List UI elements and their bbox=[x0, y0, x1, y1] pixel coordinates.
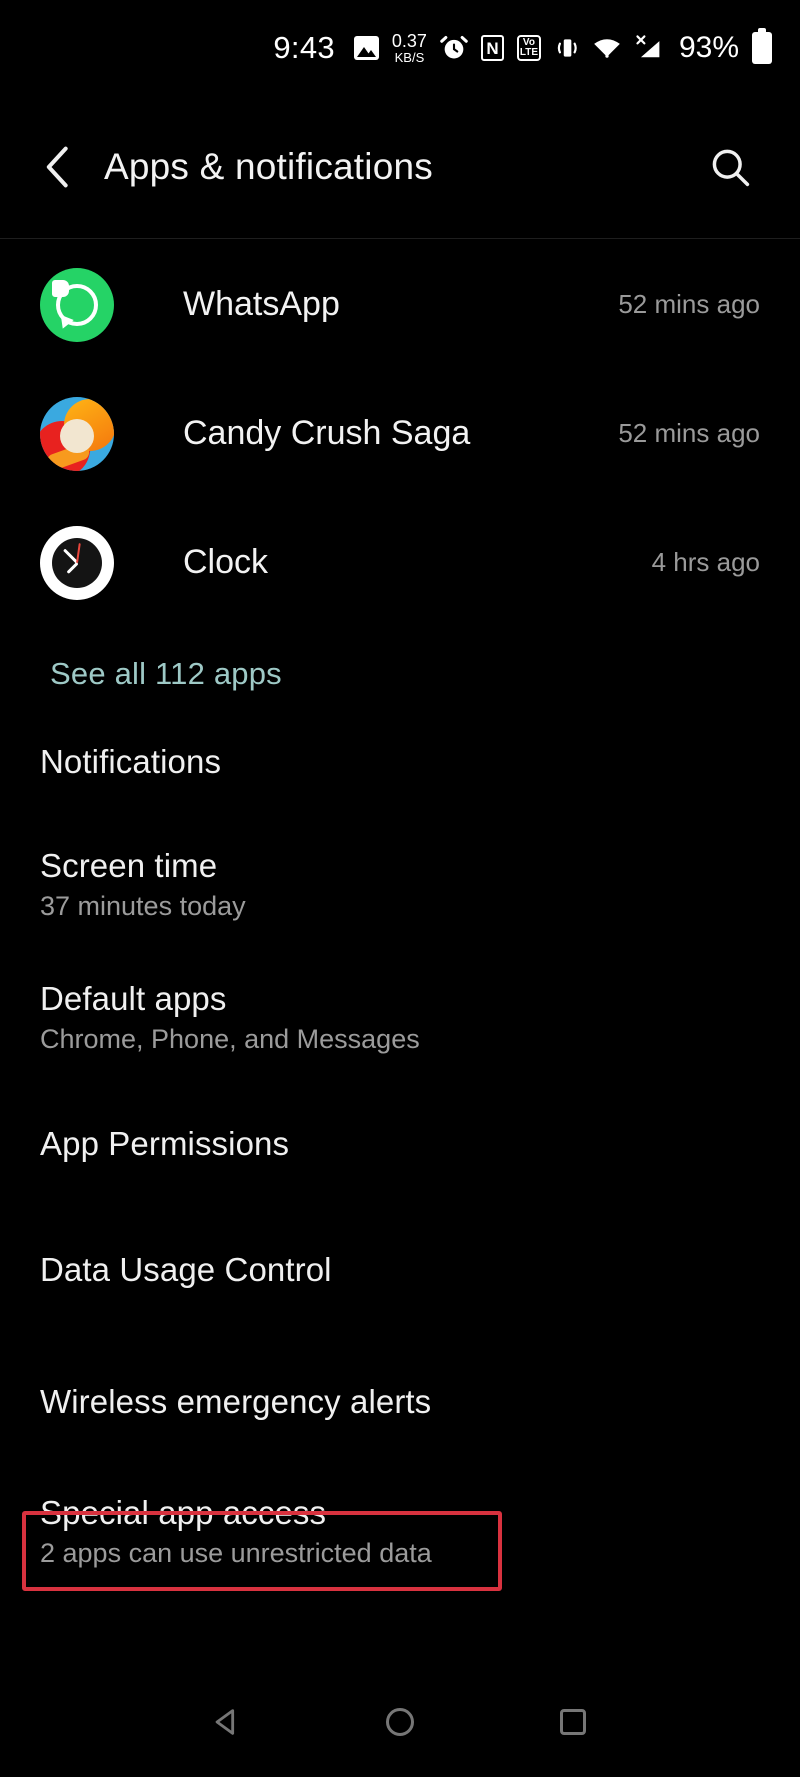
header-divider bbox=[0, 238, 800, 239]
photo-icon bbox=[353, 36, 379, 60]
search-icon[interactable] bbox=[690, 127, 770, 207]
recent-apps-list: WhatsApp 52 mins ago Candy Crush Saga 52… bbox=[0, 240, 800, 627]
app-name: Clock bbox=[183, 543, 269, 581]
status-bar-clock: 9:43 bbox=[273, 30, 335, 65]
settings-item-title: Default apps bbox=[40, 979, 227, 1017]
nav-recents-icon[interactable] bbox=[528, 1677, 618, 1767]
clock-icon bbox=[40, 525, 114, 600]
list-item[interactable]: Clock 4 hrs ago bbox=[0, 498, 800, 627]
settings-item-notifications[interactable]: Notifications bbox=[0, 706, 800, 818]
app-last-used: 52 mins ago bbox=[618, 289, 760, 319]
nav-home-icon[interactable] bbox=[355, 1677, 445, 1767]
settings-item-title: Data Usage Control bbox=[40, 1251, 332, 1288]
settings-item-subtitle: 2 apps can use unrestricted data bbox=[40, 1537, 432, 1568]
settings-list: Notifications Screen time 37 minutes tod… bbox=[0, 706, 800, 1594]
settings-item-app-permissions[interactable]: App Permissions bbox=[0, 1084, 800, 1204]
wifi-icon bbox=[593, 36, 621, 60]
page-header: Apps & notifications bbox=[0, 96, 800, 238]
network-speed-indicator: 0.37 KB/S bbox=[391, 31, 427, 65]
back-button[interactable] bbox=[18, 127, 98, 207]
candy-crush-icon bbox=[40, 396, 114, 471]
phone-screen: 9:43 0.37 KB/S N Vo LTE 93% Apps & notif… bbox=[0, 0, 800, 1777]
settings-item-screen-time[interactable]: Screen time 37 minutes today bbox=[0, 818, 800, 950]
status-bar: 9:43 0.37 KB/S N Vo LTE 93% bbox=[0, 0, 800, 96]
list-item[interactable]: WhatsApp 52 mins ago bbox=[0, 240, 800, 369]
battery-icon bbox=[752, 28, 772, 64]
settings-item-subtitle: Chrome, Phone, and Messages bbox=[40, 1023, 420, 1054]
settings-item-title: Wireless emergency alerts bbox=[40, 1383, 432, 1420]
vibrate-icon bbox=[554, 35, 580, 61]
battery-percent-label: 93% bbox=[678, 31, 739, 64]
settings-item-data-usage-control[interactable]: Data Usage Control bbox=[0, 1204, 800, 1336]
whatsapp-icon bbox=[40, 267, 114, 342]
alarm-icon bbox=[440, 34, 468, 62]
settings-item-title: Notifications bbox=[40, 743, 222, 780]
settings-item-default-apps[interactable]: Default apps Chrome, Phone, and Messages bbox=[0, 950, 800, 1084]
volte-icon: Vo LTE bbox=[516, 35, 541, 61]
app-last-used: 52 mins ago bbox=[618, 418, 760, 448]
settings-item-wireless-emergency-alerts[interactable]: Wireless emergency alerts bbox=[0, 1336, 800, 1468]
settings-item-title: Special app access bbox=[40, 1493, 327, 1531]
app-name: Candy Crush Saga bbox=[183, 414, 471, 452]
app-last-used: 4 hrs ago bbox=[651, 547, 760, 577]
navigation-bar bbox=[0, 1667, 800, 1777]
page-title: Apps & notifications bbox=[104, 146, 433, 187]
see-all-apps-link[interactable]: See all 112 apps bbox=[50, 656, 282, 692]
settings-item-subtitle: 37 minutes today bbox=[40, 890, 246, 921]
settings-item-special-app-access[interactable]: Special app access 2 apps can use unrest… bbox=[0, 1468, 800, 1594]
settings-item-title: Screen time bbox=[40, 846, 218, 884]
signal-no-sim-icon bbox=[634, 34, 664, 62]
settings-item-title: App Permissions bbox=[40, 1125, 290, 1162]
app-name: WhatsApp bbox=[183, 285, 340, 323]
list-item[interactable]: Candy Crush Saga 52 mins ago bbox=[0, 369, 800, 498]
nav-back-icon[interactable] bbox=[182, 1677, 272, 1767]
nfc-icon: N bbox=[480, 35, 504, 61]
